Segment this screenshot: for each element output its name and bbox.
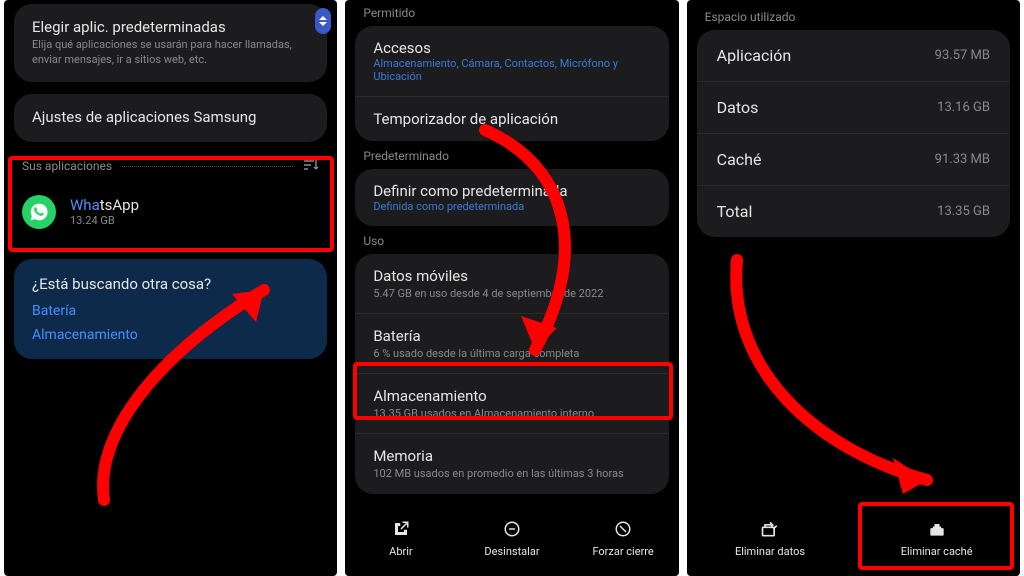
whatsapp-icon <box>22 195 56 229</box>
storage-data-value: 13.16 GB <box>937 100 990 115</box>
app-info: WhatsApp 13.24 GB <box>70 196 139 227</box>
open-icon <box>391 519 411 539</box>
app-timer-item[interactable]: Temporizador de aplicación <box>355 97 668 141</box>
header-divider <box>122 166 293 167</box>
screen-app-info: Permitido Accesos Almacenamiento, Cámara… <box>345 0 678 576</box>
screen-storage: Espacio utilizado Aplicación 93.57 MB Da… <box>687 0 1020 576</box>
scroll-handle[interactable] <box>315 8 331 34</box>
clear-cache-icon <box>927 519 947 539</box>
memory-sub: 102 MB usados en promedio en las últimas… <box>373 467 650 480</box>
storage-row-cache: Caché 91.33 MB <box>697 134 1010 186</box>
storage-total-value: 13.35 GB <box>937 204 990 219</box>
battery-sub: 6 % usado desde la última carga completa <box>373 347 650 360</box>
samsung-settings-card[interactable]: Ajustes de aplicaciones Samsung <box>14 94 327 142</box>
usage-header: Uso <box>345 226 678 254</box>
permitted-label: Permitido <box>345 0 678 26</box>
app-size: 13.24 GB <box>70 214 139 227</box>
annotation-arrow-3 <box>717 250 977 510</box>
storage-sub: 13.35 GB usados en Almacenamiento intern… <box>373 407 650 420</box>
uninstall-icon <box>502 519 522 539</box>
memory-item[interactable]: Memoria 102 MB usados en promedio en las… <box>355 434 668 493</box>
default-apps-title: Elegir aplic. predeterminadas <box>32 18 309 36</box>
force-stop-label: Forzar cierre <box>592 545 653 558</box>
storage-app-label: Aplicación <box>717 46 792 65</box>
default-block: Definir como predeterminada Definida com… <box>355 169 668 226</box>
clear-cache-button[interactable]: Eliminar caché <box>853 519 1020 558</box>
open-label: Abrir <box>389 545 412 558</box>
sort-icon[interactable] <box>303 158 319 175</box>
set-default-sub: Definida como predeterminada <box>373 200 650 213</box>
mobile-data-item[interactable]: Datos móviles 5.47 GB en uso desde 4 de … <box>355 254 668 314</box>
your-apps-header: Sus aplicaciones <box>4 148 337 183</box>
clear-data-label: Eliminar datos <box>735 545 805 558</box>
suggest-link-battery[interactable]: Batería <box>32 303 309 319</box>
storage-block: Aplicación 93.57 MB Datos 13.16 GB Caché… <box>697 30 1010 237</box>
access-title: Accesos <box>373 39 650 57</box>
space-used-header: Espacio utilizado <box>687 0 1020 30</box>
storage-item[interactable]: Almacenamiento 13.35 GB usados en Almace… <box>355 374 668 434</box>
set-default-title: Definir como predeterminada <box>373 182 650 200</box>
storage-row-total: Total 13.35 GB <box>697 186 1010 237</box>
mobile-data-sub: 5.47 GB en uso desde 4 de septiembre de … <box>373 287 650 300</box>
open-button[interactable]: Abrir <box>345 519 456 558</box>
default-apps-card[interactable]: Elegir aplic. predeterminadas Elija qué … <box>14 4 327 82</box>
default-header: Predeterminado <box>345 141 678 169</box>
bottom-bar: Abrir Desinstalar Forzar cierre <box>345 509 678 576</box>
clear-cache-label: Eliminar caché <box>901 545 973 558</box>
clear-data-icon <box>760 519 780 539</box>
app-name: WhatsApp <box>70 196 139 214</box>
memory-title: Memoria <box>373 447 650 465</box>
uninstall-button[interactable]: Desinstalar <box>456 519 567 558</box>
storage-total-label: Total <box>717 202 753 221</box>
your-apps-label: Sus aplicaciones <box>22 159 112 173</box>
storage-cache-label: Caché <box>717 150 762 169</box>
battery-title: Batería <box>373 327 650 345</box>
samsung-settings-title: Ajustes de aplicaciones Samsung <box>32 108 309 126</box>
app-timer-title: Temporizador de aplicación <box>373 110 650 128</box>
battery-item[interactable]: Batería 6 % usado desde la última carga … <box>355 314 668 374</box>
access-item[interactable]: Accesos Almacenamiento, Cámara, Contacto… <box>355 26 668 97</box>
default-apps-sub: Elija qué aplicaciones se usarán para ha… <box>32 38 309 68</box>
storage-data-label: Datos <box>717 98 759 117</box>
storage-title: Almacenamiento <box>373 387 650 405</box>
force-stop-icon <box>613 519 633 539</box>
suggest-card: ¿Está buscando otra cosa? Batería Almace… <box>14 259 327 359</box>
set-default-item[interactable]: Definir como predeterminada Definida com… <box>355 169 668 226</box>
force-stop-button[interactable]: Forzar cierre <box>568 519 679 558</box>
usage-block: Datos móviles 5.47 GB en uso desde 4 de … <box>355 254 668 494</box>
clear-data-button[interactable]: Eliminar datos <box>687 519 854 558</box>
access-block: Accesos Almacenamiento, Cámara, Contacto… <box>355 26 668 141</box>
screen-apps-list: Elegir aplic. predeterminadas Elija qué … <box>4 0 337 576</box>
storage-cache-value: 91.33 MB <box>935 152 990 167</box>
storage-row-data: Datos 13.16 GB <box>697 82 1010 134</box>
mobile-data-title: Datos móviles <box>373 267 650 285</box>
app-row-whatsapp[interactable]: WhatsApp 13.24 GB <box>4 183 337 241</box>
access-sub: Almacenamiento, Cámara, Contactos, Micró… <box>373 57 650 83</box>
suggest-title: ¿Está buscando otra cosa? <box>32 275 309 293</box>
bottom-bar-storage: Eliminar datos Eliminar caché <box>687 509 1020 576</box>
storage-row-app: Aplicación 93.57 MB <box>697 30 1010 82</box>
suggest-link-storage[interactable]: Almacenamiento <box>32 327 309 343</box>
storage-app-value: 93.57 MB <box>935 48 990 63</box>
uninstall-label: Desinstalar <box>484 545 539 558</box>
